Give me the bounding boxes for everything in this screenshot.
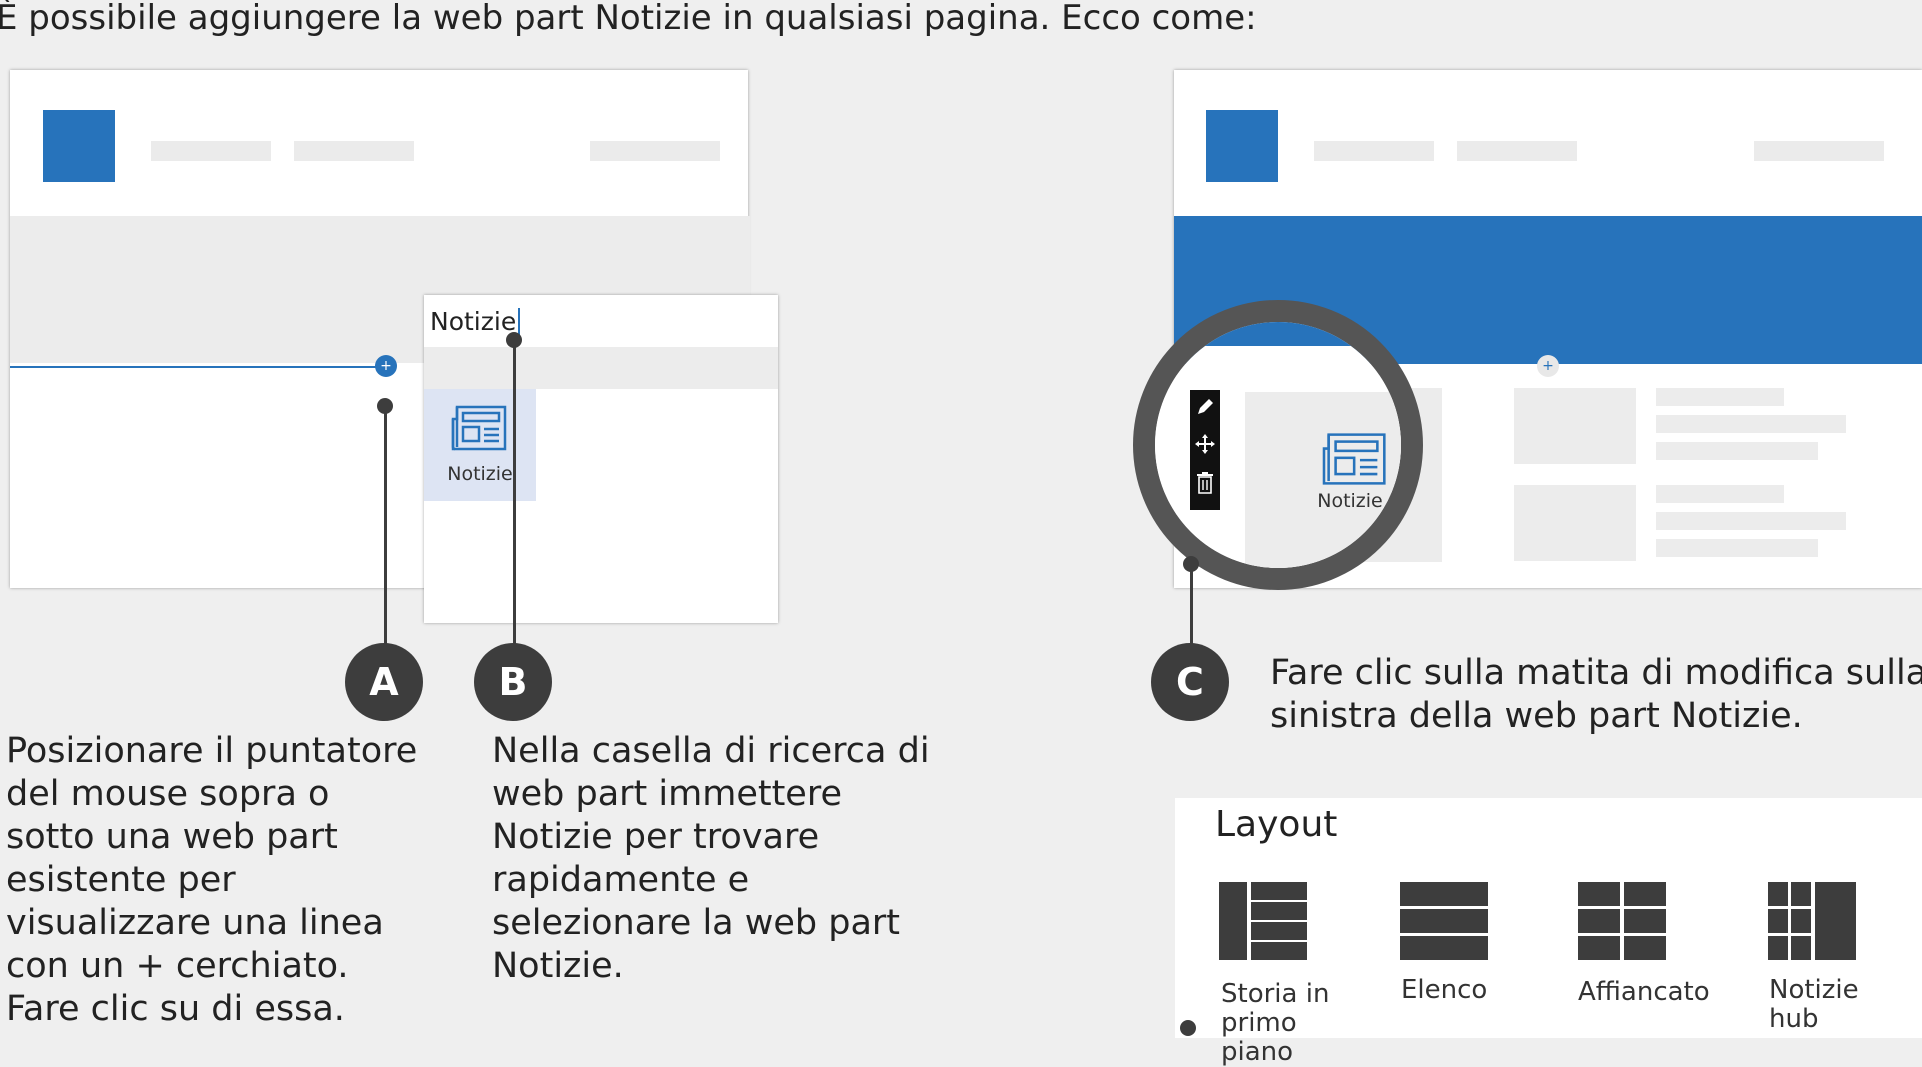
pin-layout-dot: [1180, 1020, 1196, 1036]
nav-placeholder: [1457, 141, 1577, 161]
layout-label-list: Elenco: [1401, 975, 1488, 1005]
nav-placeholder: [294, 141, 414, 161]
step-a-text: Posizionare il puntatore del mouse sopra…: [6, 731, 418, 1029]
nav-placeholder: [151, 141, 271, 161]
text-placeholder: [1656, 442, 1818, 460]
picker-separator: [424, 347, 778, 389]
layout-option-featured[interactable]: [1219, 882, 1309, 962]
layout-panel: Layout Storia in primo piano Elenco Affi…: [1175, 798, 1922, 1067]
text-placeholder: [1656, 388, 1784, 406]
result-label: Notizie: [447, 463, 513, 485]
webpart-placeholder: [1514, 485, 1636, 561]
webpart-toolbar: [1190, 390, 1220, 510]
text-placeholder: [1656, 512, 1846, 530]
nav-placeholder: [1754, 141, 1884, 161]
step-b-text: Nella casella di ricerca di web part imm…: [492, 731, 930, 986]
insert-line[interactable]: [10, 366, 388, 368]
site-logo: [1206, 110, 1278, 182]
pin-a-line: [384, 406, 387, 646]
add-webpart-plus-button[interactable]: +: [375, 355, 397, 377]
news-icon: [1322, 433, 1386, 485]
site-logo: [43, 110, 115, 182]
add-webpart-plus-button[interactable]: +: [1537, 355, 1559, 377]
webpart-picker: Notizie Notizie: [424, 295, 778, 623]
text-placeholder: [1656, 539, 1818, 557]
layout-label-tiles: Affiancato: [1578, 977, 1710, 1007]
pin-c-line: [1190, 564, 1193, 646]
nav-placeholder: [590, 141, 720, 161]
news-icon: [451, 405, 507, 451]
delete-icon[interactable]: [1196, 472, 1214, 494]
hub-layout-icon: [1768, 882, 1856, 960]
search-query: Notizie: [430, 307, 517, 336]
intro-text: È possibile aggiungere la web part Notiz…: [0, 0, 1257, 38]
layout-label-featured: Storia in primo piano: [1221, 979, 1330, 1067]
list-layout-icon: [1400, 882, 1488, 960]
pin-b-line: [513, 340, 516, 646]
badge-c: C: [1151, 643, 1229, 721]
nav-placeholder: [1314, 141, 1434, 161]
text-placeholder: [1656, 485, 1784, 503]
move-icon[interactable]: [1193, 432, 1217, 456]
layout-label-hub: Notizie hub: [1769, 975, 1859, 1034]
webpart-placeholder: [1514, 388, 1636, 464]
featured-layout-icon: [1219, 882, 1307, 960]
layout-option-tiles[interactable]: [1578, 882, 1668, 962]
badge-a: A: [345, 643, 423, 721]
webpart-result-news[interactable]: Notizie: [424, 389, 536, 501]
pencil-icon[interactable]: [1195, 396, 1215, 418]
badge-b: B: [474, 643, 552, 721]
tiles-layout-icon: [1578, 882, 1666, 960]
text-placeholder: [1656, 415, 1846, 433]
layout-option-list[interactable]: [1400, 882, 1490, 962]
layout-title: Layout: [1215, 804, 1338, 845]
magnified-webpart-label: Notizie: [1317, 490, 1383, 512]
layout-option-hub[interactable]: [1768, 882, 1858, 962]
step-c-text: Fare clic sulla matita di modifica sulla…: [1270, 653, 1922, 736]
